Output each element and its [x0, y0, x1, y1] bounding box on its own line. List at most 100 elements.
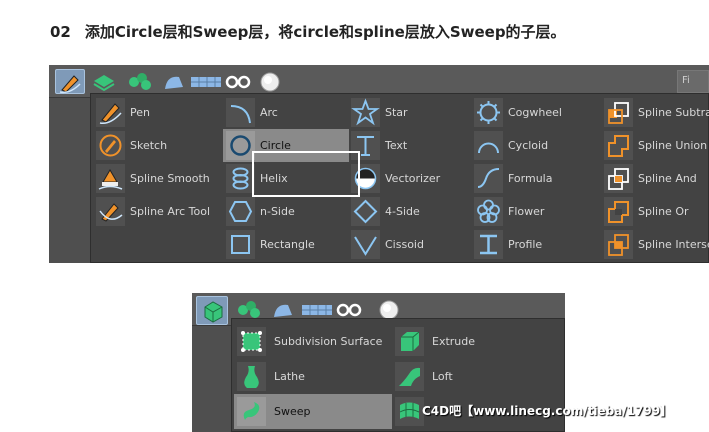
menu-item-label: Text — [385, 139, 408, 152]
menu-item-label: Star — [385, 106, 408, 119]
spline-subtract-icon — [604, 98, 633, 127]
menu-item-subdivision-surface[interactable]: Subdivision Surface — [234, 324, 392, 359]
menu-item-label: Pen — [130, 106, 150, 119]
menu-item-sketch[interactable]: Sketch — [93, 129, 219, 162]
menu-item-spline-arc-tool[interactable]: Spline Arc Tool — [93, 195, 219, 228]
sketch-icon — [96, 131, 125, 160]
generator-icon[interactable] — [89, 69, 119, 94]
menu-item-label: Spline Union — [638, 139, 708, 152]
menu-item-vectorizer[interactable]: Vectorizer — [348, 162, 474, 195]
menu-item-pen[interactable]: Pen — [93, 96, 219, 129]
menu-item-lathe[interactable]: Lathe — [234, 359, 392, 394]
spline-pen-icon[interactable] — [55, 69, 85, 94]
menu-item-4-side[interactable]: 4-Side — [348, 195, 474, 228]
four-side-icon — [351, 197, 380, 226]
menu-item-label: n-Side — [260, 205, 295, 218]
menu-column-tools: Pen Sketch Spline Smooth Spline Arc Tool — [93, 96, 219, 262]
watermark: C4D吧【www.linecg.com/tieba/1799】 — [422, 404, 673, 418]
spline-smooth-icon — [96, 164, 125, 193]
menu-item-label: Profile — [508, 238, 543, 251]
menu-item-formula[interactable]: Formula — [471, 162, 597, 195]
menu-item-label: Vectorizer — [385, 172, 441, 185]
menu-column-primitives-2: Star Text Vectorizer 4-Side Cissoid — [348, 96, 474, 262]
menu-item-cissoid[interactable]: Cissoid — [348, 228, 474, 261]
menu-item-loft[interactable]: Loft — [392, 359, 550, 394]
loft-icon — [395, 362, 424, 391]
cissoid-icon — [351, 230, 380, 259]
step-text: 添加Circle层和Sweep层，将circle和spline层放入Sweep的… — [84, 23, 566, 41]
menu-item-label: Spline And — [638, 172, 697, 185]
menu-item-label: Spline Or — [638, 205, 689, 218]
pen-icon — [96, 98, 125, 127]
flower-icon — [474, 197, 503, 226]
spline-and-icon — [604, 164, 633, 193]
menu-item-label: Flower — [508, 205, 545, 218]
menu-item-spline-and[interactable]: Spline And — [601, 162, 709, 195]
arc-icon — [226, 98, 255, 127]
menu-item-label: Cycloid — [508, 139, 549, 152]
deformer-icon[interactable] — [159, 69, 189, 94]
step-number: 02 — [50, 23, 71, 41]
spline-union-icon — [604, 131, 633, 160]
cycloid-icon — [474, 131, 503, 160]
spline-menu-screenshot: Fi Pen Sketch Spline Smooth Spline Arc T… — [49, 65, 709, 263]
menu-item-label: Extrude — [432, 335, 476, 348]
sweep-icon — [237, 397, 266, 426]
star-icon — [351, 98, 380, 127]
spline-intersect-icon — [604, 230, 633, 259]
menu-item-label: Spline Smooth — [130, 172, 210, 185]
menu-item-spline-union[interactable]: Spline Union — [601, 129, 709, 162]
spline-arc-tool-icon — [96, 197, 125, 226]
extrude-icon — [395, 327, 424, 356]
menu-item-label: Spline Intersect — [638, 238, 709, 251]
menu-item-label: Rectangle — [260, 238, 315, 251]
menu-item-label: Sketch — [130, 139, 168, 152]
n-side-icon — [226, 197, 255, 226]
light-icon[interactable] — [255, 69, 285, 94]
menu-item-label: Spline Arc Tool — [130, 205, 211, 218]
menu-item-arc[interactable]: Arc — [223, 96, 349, 129]
selection-highlight-box — [252, 151, 360, 197]
file-menu-tab[interactable]: Fi — [677, 70, 709, 93]
rectangle-icon — [226, 230, 255, 259]
menu-item-label: Sweep — [274, 405, 311, 418]
menu-item-extrude[interactable]: Extrude — [392, 324, 550, 359]
cloner-icon[interactable] — [125, 69, 155, 94]
menu-item-star[interactable]: Star — [348, 96, 474, 129]
menu-item-flower[interactable]: Flower — [471, 195, 597, 228]
menu-item-label: Loft — [432, 370, 453, 383]
menu-item-cogwheel[interactable]: Cogwheel — [471, 96, 597, 129]
menu-column-primitives-3: Cogwheel Cycloid Formula Flower Profile — [471, 96, 597, 262]
menu-item-spline-or[interactable]: Spline Or — [601, 195, 709, 228]
floor-icon[interactable] — [189, 69, 223, 94]
formula-icon — [474, 164, 503, 193]
menu-item-profile[interactable]: Profile — [471, 228, 597, 261]
step-title: 02 添加Circle层和Sweep层，将circle和spline层放入Swee… — [50, 20, 566, 44]
menu-item-sweep[interactable]: Sweep — [234, 394, 392, 429]
menu-item-spline-intersect[interactable]: Spline Intersect — [601, 228, 709, 261]
bezier-grid-icon — [395, 397, 424, 426]
menu-item-label: 4-Side — [385, 205, 420, 218]
lathe-icon — [237, 362, 266, 391]
menu-item-n-side[interactable]: n-Side — [223, 195, 349, 228]
subdivision-surface-icon — [237, 327, 266, 356]
menu-item-label: Cissoid — [385, 238, 424, 251]
menu-item-label: Subdivision Surface — [274, 335, 383, 348]
generator-icon[interactable] — [196, 296, 228, 325]
menu-item-spline-smooth[interactable]: Spline Smooth — [93, 162, 219, 195]
menu-item-label: Spline Subtract — [638, 106, 709, 119]
helix-icon — [226, 164, 255, 193]
menu-item-rectangle[interactable]: Rectangle — [223, 228, 349, 261]
menu-item-label: Arc — [260, 106, 278, 119]
circle-icon — [226, 131, 255, 160]
menu-item-label: Formula — [508, 172, 553, 185]
menu-column-boolean: Spline Subtract Spline Union Spline And … — [601, 96, 709, 262]
menu-item-cycloid[interactable]: Cycloid — [471, 129, 597, 162]
spline-dropdown-menu: Pen Sketch Spline Smooth Spline Arc Tool… — [90, 93, 709, 263]
menu-item-spline-subtract[interactable]: Spline Subtract — [601, 96, 709, 129]
menu-item-label: Lathe — [274, 370, 305, 383]
menu-item-text[interactable]: Text — [348, 129, 474, 162]
spline-or-icon — [604, 197, 633, 226]
camera-icon[interactable] — [223, 69, 253, 94]
profile-icon — [474, 230, 503, 259]
